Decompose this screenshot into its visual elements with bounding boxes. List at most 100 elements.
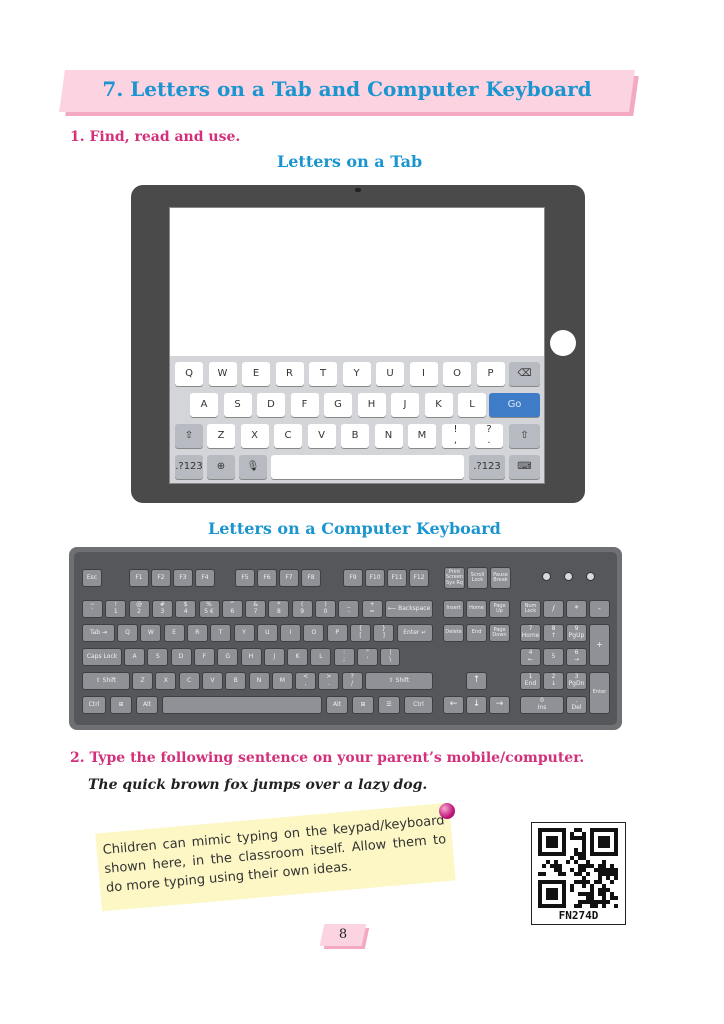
keyboard-key: K bbox=[287, 648, 309, 666]
arrow-down-key: ↓ bbox=[466, 696, 487, 714]
numpad-key: 1 End bbox=[520, 672, 541, 690]
computer-keyboard-illustration: Esc F1 F2 F3 F4 F5 F6 F7 F8 F9 F10 F11 F12 Print Scre… bbox=[69, 547, 622, 730]
tab-key: I bbox=[409, 362, 438, 386]
keyboard-hide-icon: ⌨ bbox=[509, 455, 540, 479]
tablet-illustration: Q W E R T Y U I O P ⌫ A S D F G H J K L Go ⇧ Z X C V B N M! ,? . ⇧ .?1… bbox=[131, 185, 585, 503]
tab-key: S bbox=[223, 393, 252, 417]
f-key: F3 bbox=[173, 569, 193, 587]
keyboard-key: U bbox=[256, 624, 278, 642]
qr-code: FN274D bbox=[531, 822, 626, 925]
keyboard-key: A bbox=[124, 648, 145, 666]
numpad-key: 4 ← bbox=[520, 648, 541, 666]
pin-icon bbox=[439, 803, 455, 819]
ctrl-key: Ctrl bbox=[404, 696, 433, 714]
tab-key: T bbox=[309, 362, 337, 386]
keyboard-key: H bbox=[240, 648, 262, 666]
tab-num-key: .?123 bbox=[469, 455, 505, 479]
practice-sentence: The quick brown fox jumps over a lazy do… bbox=[88, 777, 428, 793]
keyboard-key: : ; bbox=[333, 648, 355, 666]
keyboard-key: _ - bbox=[338, 600, 360, 618]
keyboard-key: % 5 € bbox=[198, 600, 220, 618]
numpad-key: 7 Home bbox=[520, 624, 541, 642]
qr-code-icon bbox=[538, 828, 618, 908]
keyboard-key: F bbox=[193, 648, 215, 666]
tab-num-key: .?123 bbox=[175, 455, 203, 479]
keyboard-key: O bbox=[303, 624, 325, 642]
f-key: F1 bbox=[129, 569, 149, 587]
tab-key: E bbox=[242, 362, 270, 386]
tab-key: P bbox=[476, 362, 505, 386]
backspace-icon: ⌫ bbox=[509, 362, 540, 386]
tablet-keyboard: Q W E R T Y U I O P ⌫ A S D F G H J K L Go ⇧ Z X C V B N M! ,? . ⇧ .?1… bbox=[170, 356, 544, 483]
f-key: F6 bbox=[257, 569, 277, 587]
question-1-label: 1. Find, read and use. bbox=[70, 129, 241, 145]
keyboard-key: B bbox=[225, 672, 247, 690]
tab-key: M bbox=[408, 424, 436, 448]
tablet-screen: Q W E R T Y U I O P ⌫ A S D F G H J K L Go ⇧ Z X C V B N M! ,? . ⇧ .?1… bbox=[169, 207, 545, 484]
ctrl-key: Ctrl bbox=[82, 696, 106, 714]
tab-key: Tab ⇥ bbox=[82, 624, 115, 642]
numpad-key: 5 bbox=[543, 648, 564, 666]
tab-key: G bbox=[324, 393, 352, 417]
keyboard-key: D bbox=[170, 648, 192, 666]
shift-key: ⇧ Shift bbox=[365, 672, 433, 690]
indicator-light-icon bbox=[586, 572, 595, 581]
shift-key: ⇧ Shift bbox=[82, 672, 130, 690]
keyboard-key: | \ bbox=[380, 648, 401, 666]
tab-key: Y bbox=[342, 362, 371, 386]
tab-key: ! , bbox=[441, 424, 470, 448]
tab-key: D bbox=[257, 393, 285, 417]
keyboard-key: G bbox=[217, 648, 239, 666]
keyboard-key: E bbox=[163, 624, 185, 642]
f-key: F8 bbox=[301, 569, 321, 587]
keyboard-key: < , bbox=[295, 672, 317, 690]
camera-icon bbox=[355, 188, 361, 192]
numpad-key: - bbox=[589, 600, 610, 618]
f-key: F2 bbox=[151, 569, 171, 587]
enter-key: Enter ↵ bbox=[396, 624, 433, 642]
keyboard-key: $ 4 bbox=[175, 600, 197, 618]
home-button-icon bbox=[550, 330, 576, 356]
f-key: F9 bbox=[343, 569, 363, 587]
f-key: F12 bbox=[409, 569, 429, 587]
keyboard-key: C bbox=[178, 672, 200, 690]
keyboard-key: S bbox=[147, 648, 169, 666]
keyboard-key: } ] bbox=[373, 624, 395, 642]
tab-key: K bbox=[424, 393, 453, 417]
tab-key: J bbox=[391, 393, 419, 417]
keyboard-key: @ 2 bbox=[128, 600, 150, 618]
keyboard-key: ~ ` bbox=[82, 600, 103, 618]
page-number: 8 bbox=[338, 927, 348, 942]
backspace-key: ⟵ Backspace bbox=[384, 600, 433, 618]
arrow-right-key: → bbox=[489, 696, 510, 714]
shift-icon: ⇧ bbox=[509, 424, 540, 448]
nav-key: Insert bbox=[443, 600, 464, 618]
f-key: F7 bbox=[279, 569, 299, 587]
tab-key: V bbox=[307, 424, 336, 448]
numpad-key: 2 ↓ bbox=[543, 672, 564, 690]
windows-icon: ⊞ bbox=[352, 696, 374, 714]
f-key: F10 bbox=[365, 569, 385, 587]
keyboard-key: & 7 bbox=[245, 600, 267, 618]
f-key: F4 bbox=[195, 569, 215, 587]
keyboard-key: P bbox=[326, 624, 348, 642]
nav-key: Page Up bbox=[489, 600, 510, 618]
tab-key: B bbox=[341, 424, 369, 448]
teacher-note-text: Children can mimic typing on the keypad/… bbox=[102, 813, 447, 896]
page-number-badge: 8 bbox=[319, 924, 370, 949]
numpad-key: 9 PgUp bbox=[566, 624, 587, 642]
microphone-icon: 🎙 bbox=[239, 455, 267, 479]
nav-key: End bbox=[466, 624, 487, 642]
tab-key: N bbox=[374, 424, 403, 448]
keyboard-key: Z bbox=[132, 672, 153, 690]
windows-icon: ⊞ bbox=[110, 696, 132, 714]
keyboard-body: Esc F1 F2 F3 F4 F5 F6 F7 F8 F9 F10 F11 F12 Print Scre… bbox=[74, 552, 617, 725]
shift-icon: ⇧ bbox=[175, 424, 203, 448]
tab-heading: Letters on a Tab bbox=[277, 152, 423, 171]
tab-key: F bbox=[290, 393, 319, 417]
tab-key: R bbox=[275, 362, 304, 386]
keyboard-key: { [ bbox=[350, 624, 371, 642]
tab-key: Z bbox=[207, 424, 235, 448]
numpad-key: / bbox=[543, 600, 564, 618]
keyboard-key: + = bbox=[361, 600, 383, 618]
